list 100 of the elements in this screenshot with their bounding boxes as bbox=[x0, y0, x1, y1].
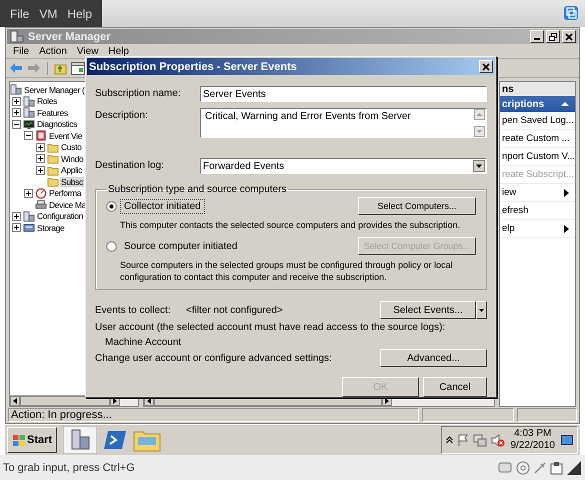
tree-item[interactable]: Features bbox=[36, 108, 69, 118]
right-arrow-icon[interactable] bbox=[384, 398, 388, 404]
expand-icon[interactable] bbox=[12, 108, 21, 118]
destination-dropdown[interactable]: Forwarded Events bbox=[200, 158, 487, 174]
expand-icon[interactable] bbox=[24, 188, 33, 198]
folder-icon bbox=[47, 142, 59, 153]
menu-item[interactable]: Help bbox=[108, 46, 129, 57]
tree-item[interactable]: Applic bbox=[60, 165, 84, 176]
field-label: Subscription name: bbox=[95, 87, 182, 99]
minimize-icon bbox=[534, 38, 540, 40]
left-arrow-icon[interactable] bbox=[147, 398, 151, 404]
terminal-icon[interactable] bbox=[103, 429, 128, 452]
left-arrow-icon[interactable] bbox=[13, 398, 17, 404]
tree-item[interactable]: Storage bbox=[36, 222, 66, 233]
description-field[interactable]: Critical, Warning and Error Events from Server bbox=[200, 108, 487, 138]
menu-item[interactable]: Action bbox=[39, 46, 67, 57]
expand-icon[interactable] bbox=[12, 212, 21, 221]
pane-command[interactable]: reate Custom ... bbox=[500, 130, 575, 148]
flag-icon[interactable] bbox=[456, 434, 468, 447]
status-text: Action: In progress... bbox=[8, 408, 419, 422]
clock-time: 4:03 PM bbox=[514, 428, 552, 440]
pane-command[interactable]: pen Saved Log... bbox=[500, 112, 575, 130]
expand-icon[interactable] bbox=[36, 166, 45, 175]
tree-item[interactable]: Configuration bbox=[36, 211, 84, 222]
tree-item[interactable]: Subsc bbox=[60, 176, 84, 187]
tree-item[interactable]: Server Manager ( bbox=[23, 84, 86, 95]
tree-item[interactable]: Windo bbox=[60, 154, 84, 164]
chevron-up-icon[interactable] bbox=[446, 436, 452, 444]
folder-icon bbox=[47, 153, 59, 164]
radio-label[interactable]: Collector initiated bbox=[120, 198, 205, 214]
network-icon[interactable] bbox=[472, 434, 486, 447]
panel-icon[interactable] bbox=[71, 62, 85, 74]
minimize-button[interactable] bbox=[530, 30, 544, 43]
name-field[interactable]: Server Events bbox=[200, 86, 487, 102]
resize-grip-icon[interactable] bbox=[567, 460, 581, 474]
dropdown-button[interactable] bbox=[476, 301, 487, 319]
expand-icon[interactable] bbox=[12, 223, 21, 232]
menu-item[interactable]: File bbox=[13, 46, 30, 57]
window-title: Server Manager bbox=[28, 30, 111, 42]
pane-command[interactable]: efresh bbox=[500, 202, 575, 220]
restore-button[interactable] bbox=[546, 30, 560, 43]
collapse-icon[interactable] bbox=[12, 120, 21, 129]
server-icon[interactable] bbox=[63, 426, 98, 454]
account-label: User account (the selected account must have read access to the source logs): bbox=[95, 322, 446, 333]
expand-icon[interactable] bbox=[12, 96, 21, 106]
expand-icon[interactable] bbox=[36, 142, 45, 152]
restore-icon bbox=[549, 32, 557, 40]
close-button[interactable] bbox=[479, 60, 493, 73]
tree-item[interactable]: Roles bbox=[36, 96, 58, 106]
expand-icon[interactable] bbox=[36, 154, 45, 164]
menu-item[interactable]: VM bbox=[39, 6, 58, 20]
clock-date: 9/22/2010 bbox=[510, 440, 555, 452]
tree-item[interactable]: Event Vie bbox=[48, 130, 84, 141]
collapse-icon[interactable] bbox=[24, 131, 33, 140]
advanced-button[interactable]: Advanced... bbox=[380, 349, 487, 367]
pane-command[interactable]: nport Custom V... bbox=[500, 148, 575, 166]
server-icon bbox=[23, 210, 35, 222]
tree-item[interactable]: Diagnostics bbox=[36, 119, 78, 130]
menu-item[interactable]: File bbox=[10, 6, 30, 20]
menu-item[interactable]: View bbox=[76, 46, 98, 57]
menu-item[interactable]: Help bbox=[67, 6, 92, 20]
usb-icon[interactable] bbox=[550, 460, 563, 474]
select-button[interactable]: Select Computers... bbox=[358, 197, 476, 215]
dropdown-icon[interactable] bbox=[473, 160, 485, 172]
tree-item[interactable]: Performa bbox=[48, 188, 82, 198]
section-header[interactable]: criptions bbox=[500, 96, 575, 112]
folder-icon bbox=[47, 164, 59, 176]
radio-label[interactable]: Source computer initiated bbox=[120, 238, 242, 254]
gauge-icon bbox=[35, 188, 47, 199]
collapse-icon[interactable] bbox=[561, 101, 569, 107]
start-button[interactable]: Start bbox=[7, 427, 58, 454]
advanced-label: Change user account or configure advanced settings: bbox=[95, 352, 332, 364]
account-name: Machine Account bbox=[105, 337, 182, 348]
right-arrow-icon[interactable] bbox=[112, 398, 117, 404]
status-text: To grab input, press Ctrl+G bbox=[3, 462, 135, 474]
scrollbar[interactable] bbox=[474, 109, 485, 137]
close-button[interactable] bbox=[562, 30, 576, 43]
option-description: Source computers in the selected groups must be configured through policy or local configuration to contact this computer and receive the subscription. bbox=[120, 259, 454, 283]
field-label: Events to collect: bbox=[95, 304, 172, 316]
pane-command[interactable]: iew bbox=[500, 184, 575, 202]
status-panel bbox=[517, 408, 577, 422]
radio-button[interactable] bbox=[106, 200, 117, 212]
windows-logo-icon bbox=[12, 434, 26, 447]
cd-icon[interactable] bbox=[516, 460, 530, 474]
tree-item[interactable]: Custo bbox=[60, 142, 82, 152]
speaker-muted-icon[interactable] bbox=[490, 434, 504, 447]
dialog-button[interactable]: Cancel bbox=[423, 377, 487, 397]
close-icon bbox=[482, 62, 490, 70]
server-icon bbox=[23, 96, 35, 107]
vm-icon[interactable] bbox=[563, 5, 579, 21]
radio-button[interactable] bbox=[106, 240, 117, 252]
desktop-icon[interactable] bbox=[561, 435, 573, 446]
pane-command[interactable]: elp bbox=[500, 220, 575, 238]
plug-icon[interactable] bbox=[534, 462, 546, 474]
folder-up-icon[interactable] bbox=[54, 62, 67, 74]
field-label: Destination log: bbox=[95, 159, 165, 171]
close-icon bbox=[565, 32, 573, 40]
select-events-button[interactable]: Select Events... bbox=[380, 301, 476, 319]
caret-icon bbox=[479, 308, 484, 312]
filter-value: <filter not configured> bbox=[186, 304, 284, 316]
